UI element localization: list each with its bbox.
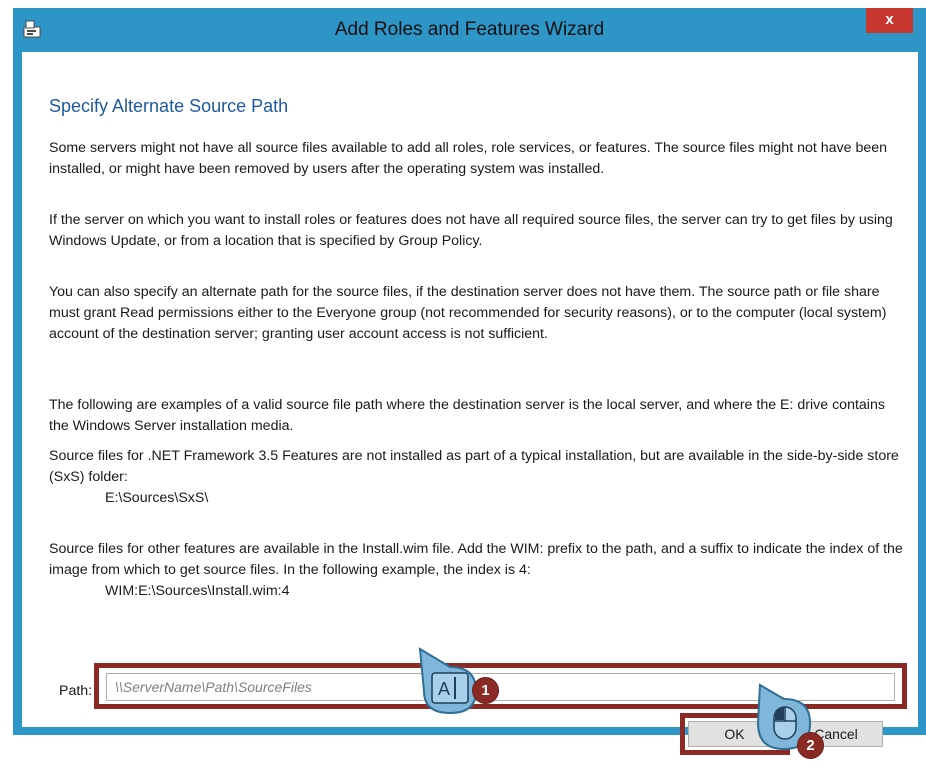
wizard-window: Add Roles and Features Wizard x Specify … xyxy=(13,8,926,755)
title-bar[interactable]: Add Roles and Features Wizard x xyxy=(13,8,926,52)
step-2-badge: 2 xyxy=(797,732,824,759)
paragraph-wim: Source files for other features are avai… xyxy=(49,539,904,602)
path-label: Path: xyxy=(59,683,93,699)
netfx-text: Source files for .NET Framework 3.5 Feat… xyxy=(49,448,899,485)
paragraph-netfx: Source files for .NET Framework 3.5 Feat… xyxy=(49,446,904,509)
sxs-example-path: E:\Sources\SxS\ xyxy=(105,490,209,506)
dialog-content: Specify Alternate Source Path Some serve… xyxy=(22,52,918,755)
wim-text: Source files for other features are avai… xyxy=(49,541,903,578)
window-frame-left xyxy=(13,8,22,735)
paragraph-examples: The following are examples of a valid so… xyxy=(49,397,885,434)
wim-example-path: WIM:E:\Sources\Install.wim:4 xyxy=(105,583,290,599)
paragraph-alternate-path: You can also specify an alternate path f… xyxy=(49,284,887,342)
page-title: Specify Alternate Source Path xyxy=(49,96,289,116)
window-frame-right xyxy=(918,8,926,735)
paragraph-source-files: Some servers might not have all source f… xyxy=(49,140,888,177)
paragraph-windows-update: If the server on which you want to insta… xyxy=(49,212,893,249)
step-1-badge: 1 xyxy=(472,677,499,704)
svg-text:A: A xyxy=(438,679,450,699)
close-button[interactable]: x xyxy=(866,8,913,33)
window-title: Add Roles and Features Wizard xyxy=(334,19,605,40)
